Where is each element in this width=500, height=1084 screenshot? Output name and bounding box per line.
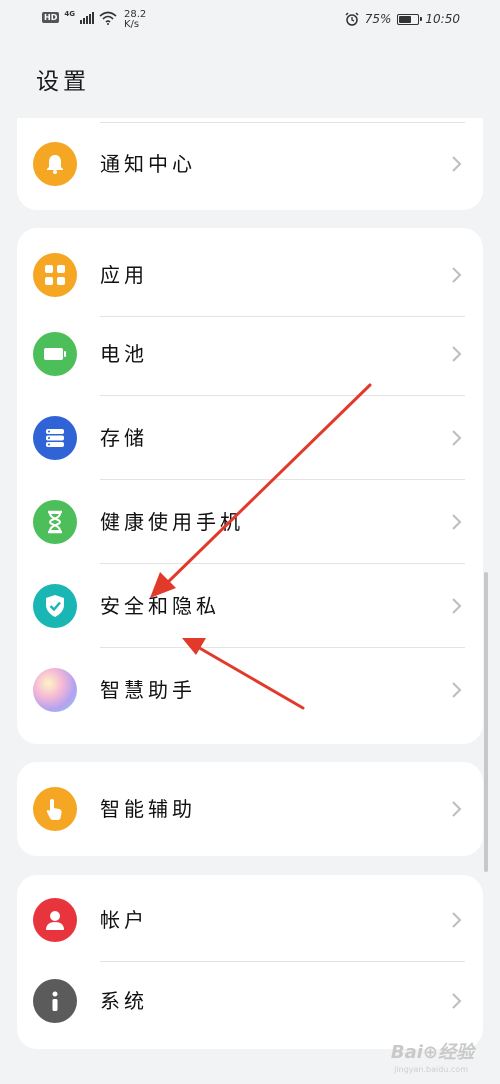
- settings-group-device: 应用 电池 存储 健康使用手机 安全和隐私 智慧助手: [17, 228, 483, 744]
- chevron-right-icon: [452, 430, 462, 446]
- hd-indicator: HD: [42, 12, 60, 23]
- settings-item-notification-center[interactable]: 通知中心: [17, 122, 483, 206]
- page-title: 设置: [36, 69, 90, 95]
- scrollbar[interactable]: [484, 572, 488, 872]
- clock: 10:50: [425, 12, 460, 26]
- speed-unit: K/s: [123, 19, 140, 30]
- settings-item-label: 系统: [100, 989, 148, 1013]
- chevron-right-icon: [452, 267, 462, 283]
- chevron-right-icon: [452, 156, 462, 172]
- assistant-gradient-icon: [33, 668, 77, 712]
- chevron-right-icon: [452, 993, 462, 1009]
- watermark: Bai⊕经验: [390, 1042, 474, 1063]
- settings-item-label: 电池: [100, 342, 148, 366]
- battery-status-icon: [397, 13, 423, 25]
- chevron-right-icon: [452, 801, 462, 817]
- network-speed: 28.2 K/s: [124, 10, 146, 30]
- apps-grid-icon: [33, 253, 77, 297]
- settings-item-account[interactable]: 帐户: [17, 878, 483, 962]
- status-bar: HD 4G 28.2 K/s 75% 10:50: [0, 0, 500, 40]
- settings-item-label: 帐户: [100, 908, 148, 932]
- user-icon: [33, 898, 77, 942]
- alarm-icon: [345, 12, 359, 26]
- shield-check-icon: [33, 584, 77, 628]
- settings-group-system: 帐户 系统: [17, 875, 483, 1049]
- signal-icon: [79, 12, 94, 24]
- settings-item-digital-balance[interactable]: 健康使用手机: [17, 480, 483, 564]
- chevron-right-icon: [452, 682, 462, 698]
- settings-item-label: 智慧助手: [100, 678, 196, 702]
- bell-icon: [33, 142, 77, 186]
- hand-pointer-icon: [33, 787, 77, 831]
- chevron-right-icon: [452, 346, 462, 362]
- wifi-icon: [99, 11, 117, 25]
- settings-item-label: 安全和隐私: [100, 594, 220, 618]
- settings-item-battery[interactable]: 电池: [17, 312, 483, 396]
- storage-icon: [33, 416, 77, 460]
- settings-item-label: 应用: [100, 263, 148, 287]
- chevron-right-icon: [452, 912, 462, 928]
- info-icon: [33, 979, 77, 1023]
- settings-group-notifications: 通知中心: [17, 118, 483, 210]
- settings-item-label: 通知中心: [100, 152, 196, 176]
- chevron-right-icon: [452, 598, 462, 614]
- watermark-url: jingyan.baidu.com: [394, 1065, 468, 1074]
- settings-item-label: 健康使用手机: [100, 510, 244, 534]
- battery-percent: 75%: [364, 12, 392, 26]
- settings-item-label: 存储: [100, 426, 148, 450]
- settings-item-security-privacy[interactable]: 安全和隐私: [17, 564, 483, 648]
- settings-item-apps[interactable]: 应用: [17, 233, 483, 317]
- settings-item-storage[interactable]: 存储: [17, 396, 483, 480]
- settings-group-accessibility: 智能辅助: [17, 762, 483, 856]
- settings-item-accessibility[interactable]: 智能辅助: [17, 767, 483, 851]
- chevron-right-icon: [452, 514, 462, 530]
- battery-icon: [33, 332, 77, 376]
- settings-item-system[interactable]: 系统: [17, 959, 483, 1043]
- hourglass-icon: [33, 500, 77, 544]
- settings-item-smart-assistant[interactable]: 智慧助手: [17, 648, 483, 732]
- network-type: 4G: [64, 10, 75, 18]
- settings-item-label: 智能辅助: [100, 797, 196, 821]
